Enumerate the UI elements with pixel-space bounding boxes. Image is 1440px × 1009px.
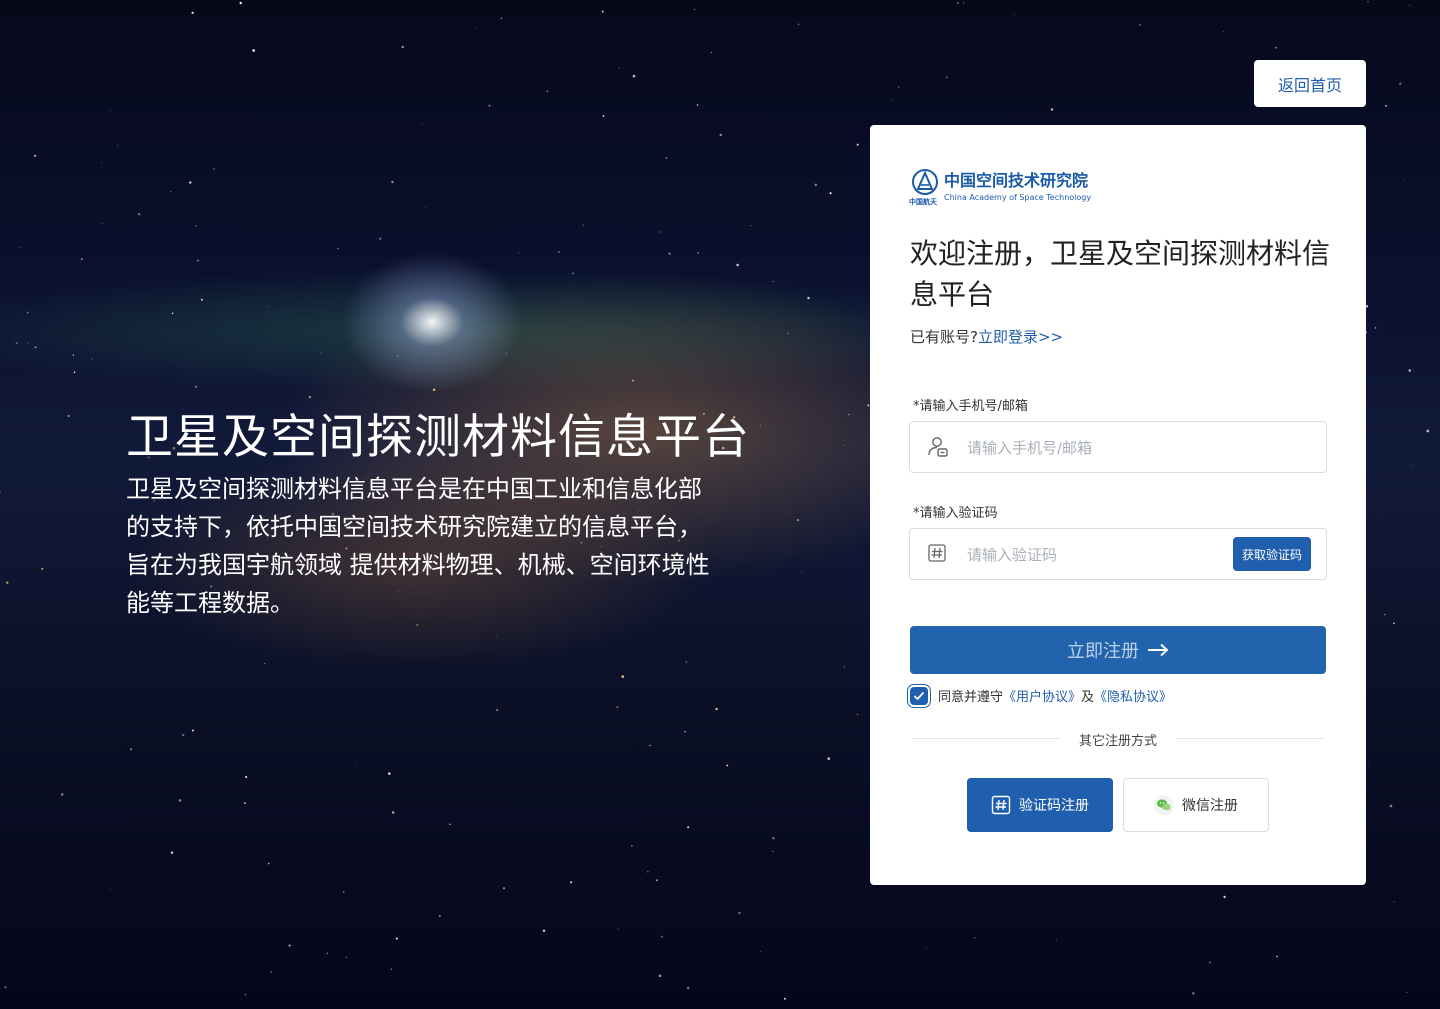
code-register-button[interactable]: 验证码注册 <box>967 778 1113 832</box>
code-register-label: 验证码注册 <box>1019 798 1089 814</box>
phone-input[interactable] <box>965 422 1229 474</box>
other-methods-divider: 其它注册方式 <box>912 729 1324 749</box>
code-field: 获取验证码 <box>909 528 1327 581</box>
wechat-icon <box>1154 795 1174 815</box>
back-home-button[interactable]: 返回首页 <box>1254 60 1366 107</box>
privacy-agreement-link[interactable]: 《隐私协议》 <box>1094 686 1172 705</box>
phone-label: *请输入手机号/邮箱 <box>913 399 1028 414</box>
get-code-button[interactable]: 获取验证码 <box>1233 537 1311 571</box>
wechat-register-button[interactable]: 微信注册 <box>1123 778 1269 832</box>
wechat-register-label: 微信注册 <box>1182 798 1238 814</box>
login-link[interactable]: 立即登录>> <box>978 328 1063 346</box>
check-icon <box>913 691 925 700</box>
arrow-right-icon <box>1148 643 1169 657</box>
other-methods-label: 其它注册方式 <box>1078 734 1157 749</box>
divider-line-right <box>1176 738 1324 739</box>
hero-description: 卫星及空间探测材料信息平台是在中国工业和信息化部的支持下，依托中国空间技术研究院… <box>126 475 710 617</box>
hash-icon <box>928 544 946 562</box>
phone-field <box>909 421 1327 474</box>
code-input[interactable] <box>965 529 1229 581</box>
logo-name-en: China Academy of Space Technology <box>944 193 1092 202</box>
agree-and-text: 及 <box>1081 690 1095 705</box>
logo-name-cn: 中国空间技术研究院 <box>944 171 1089 190</box>
user-agreement-link[interactable]: 《用户协议》 <box>1003 686 1081 705</box>
logo: 中国航天 中国空间技术研究院 China Academy of Space Te… <box>909 167 1092 207</box>
have-account-text: 已有账号? <box>910 328 978 346</box>
have-account-line: 已有账号?立即登录>> <box>910 326 1063 347</box>
hero-title: 卫星及空间探测材料信息平台 <box>126 410 750 465</box>
user-icon <box>928 437 948 457</box>
logo-mark: 中国航天 <box>909 198 937 206</box>
welcome-title: 欢迎注册，卫星及空间探测材料信息平台 <box>910 237 1331 311</box>
agree-checkbox[interactable] <box>910 686 928 705</box>
register-submit-button[interactable]: 立即注册 <box>910 626 1326 674</box>
register-submit-label: 立即注册 <box>1067 641 1139 662</box>
register-card: 中国航天 中国空间技术研究院 China Academy of Space Te… <box>870 125 1366 885</box>
hash-icon <box>991 795 1011 815</box>
agreement-row: 同意并遵守 《用户协议》 及 《隐私协议》 <box>910 686 1172 705</box>
agree-text: 同意并遵守 <box>938 690 1004 705</box>
code-label: *请输入验证码 <box>913 506 998 521</box>
